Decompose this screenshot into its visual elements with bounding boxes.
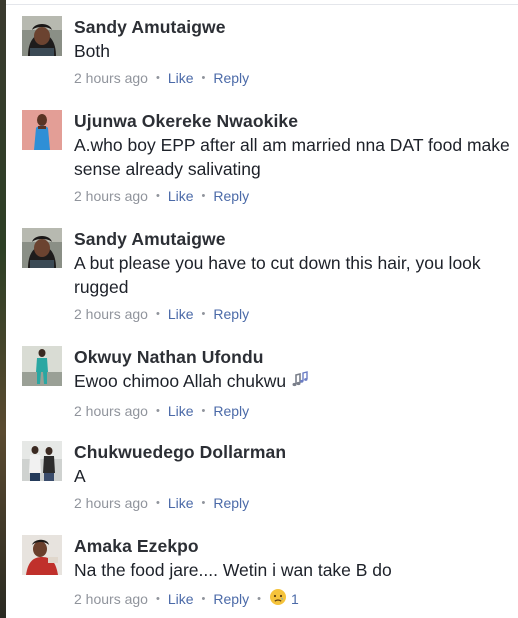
avatar[interactable] bbox=[22, 441, 62, 481]
avatar-photo-woman-red-top bbox=[22, 535, 62, 575]
comment-timestamp[interactable]: 2 hours ago bbox=[74, 305, 148, 323]
comment-text: A bbox=[74, 466, 86, 486]
music-notes-icon bbox=[290, 370, 310, 396]
comment-text: Both bbox=[74, 41, 110, 61]
comment-timestamp[interactable]: 2 hours ago bbox=[74, 402, 148, 420]
comment-meta: 2 hours ago • Like • Reply bbox=[74, 69, 510, 87]
avatar-photo-man-teal-outfit bbox=[22, 346, 62, 386]
avatar[interactable] bbox=[22, 110, 62, 150]
meta-separator: • bbox=[155, 190, 160, 202]
comment-author[interactable]: Sandy Amutaigwe bbox=[74, 228, 510, 250]
comment-text: Ewoo chimoo Allah chukwu bbox=[74, 371, 287, 391]
reply-button[interactable]: Reply bbox=[213, 187, 249, 205]
left-edge-strip bbox=[0, 0, 6, 618]
reply-button[interactable]: Reply bbox=[213, 590, 249, 608]
meta-separator: • bbox=[155, 72, 160, 84]
avatar-photo-two-men bbox=[22, 441, 62, 481]
meta-separator: • bbox=[201, 497, 206, 509]
comment-author[interactable]: Amaka Ezekpo bbox=[74, 535, 510, 557]
reply-button[interactable]: Reply bbox=[213, 69, 249, 87]
like-button[interactable]: Like bbox=[168, 305, 194, 323]
comment-meta: 2 hours ago • Like • Reply bbox=[74, 494, 510, 512]
meta-separator: • bbox=[201, 190, 206, 202]
reply-button[interactable]: Reply bbox=[213, 402, 249, 420]
meta-separator: • bbox=[155, 405, 160, 417]
meta-separator: • bbox=[155, 593, 160, 605]
avatar[interactable] bbox=[22, 16, 62, 56]
comment-author[interactable]: Sandy Amutaigwe bbox=[74, 16, 510, 38]
top-divider bbox=[6, 4, 518, 5]
comment-meta: 2 hours ago • Like • Reply bbox=[74, 402, 510, 420]
like-button[interactable]: Like bbox=[168, 187, 194, 205]
comment-meta: 2 hours ago • Like • Reply bbox=[74, 187, 510, 205]
comment-timestamp[interactable]: 2 hours ago bbox=[74, 69, 148, 87]
meta-separator: • bbox=[201, 308, 206, 320]
avatar-photo-woman-blue-dress bbox=[22, 110, 62, 150]
avatar-photo-woman-braids bbox=[22, 16, 62, 56]
meta-separator: • bbox=[201, 405, 206, 417]
like-button[interactable]: Like bbox=[168, 590, 194, 608]
reply-button[interactable]: Reply bbox=[213, 494, 249, 512]
comment-author[interactable]: Chukwuedego Dollarman bbox=[74, 441, 510, 463]
comment-text: A but please you have to cut down this h… bbox=[74, 253, 481, 297]
meta-separator: • bbox=[155, 308, 160, 320]
reply-button[interactable]: Reply bbox=[213, 305, 249, 323]
like-button[interactable]: Like bbox=[168, 494, 194, 512]
comment-timestamp[interactable]: 2 hours ago bbox=[74, 187, 148, 205]
comment-text: Na the food jare.... Wetin i wan take B … bbox=[74, 560, 392, 580]
comment-author[interactable]: Okwuy Nathan Ufondu bbox=[74, 346, 510, 368]
avatar[interactable] bbox=[22, 228, 62, 268]
comment-timestamp[interactable]: 2 hours ago bbox=[74, 494, 148, 512]
avatar[interactable] bbox=[22, 346, 62, 386]
meta-separator: • bbox=[201, 593, 206, 605]
meta-separator: • bbox=[257, 593, 262, 605]
like-button[interactable]: Like bbox=[168, 69, 194, 87]
avatar[interactable] bbox=[22, 535, 62, 575]
comment-meta: 2 hours ago • Like • Reply bbox=[74, 305, 510, 323]
sad-face-icon[interactable] bbox=[269, 588, 287, 610]
comment-text-row: Ewoo chimoo Allah chukwu bbox=[74, 369, 510, 396]
comment-text: A.who boy EPP after all am married nna D… bbox=[74, 135, 510, 179]
comment-timestamp[interactable]: 2 hours ago bbox=[74, 590, 148, 608]
meta-separator: • bbox=[201, 72, 206, 84]
like-button[interactable]: Like bbox=[168, 402, 194, 420]
comment-author[interactable]: Ujunwa Okereke Nwaokike bbox=[74, 110, 510, 132]
meta-separator: • bbox=[155, 497, 160, 509]
reaction-count[interactable]: 1 bbox=[291, 590, 299, 608]
avatar-photo-woman-braids bbox=[22, 228, 62, 268]
comment-meta: 2 hours ago • Like • Reply • 1 bbox=[74, 588, 510, 610]
